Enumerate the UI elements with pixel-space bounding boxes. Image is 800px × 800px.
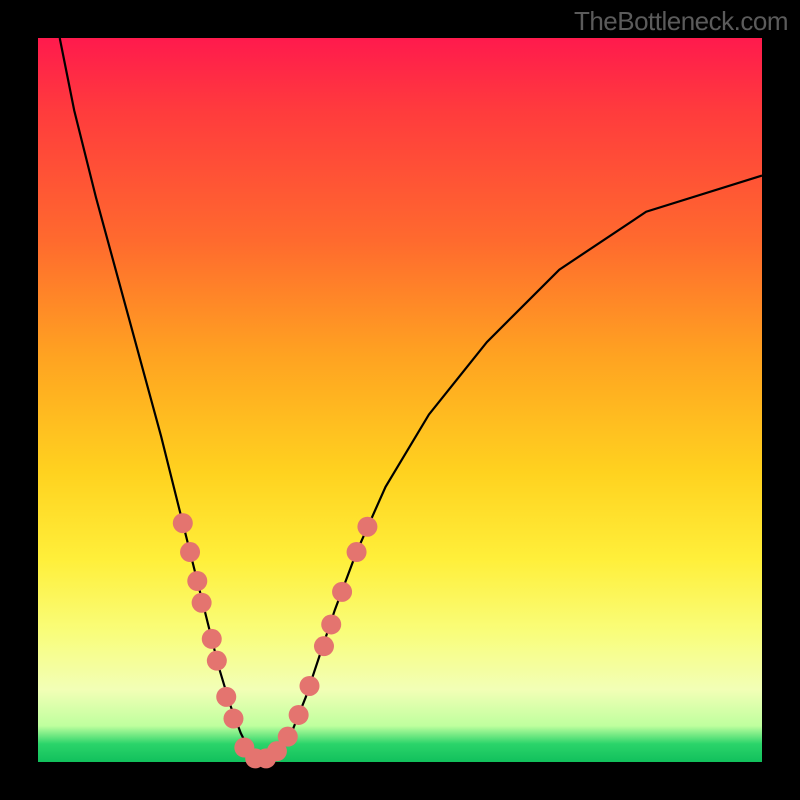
sample-point [187,571,207,591]
chart-overlay [38,38,762,762]
sample-point [202,629,222,649]
sample-point [173,513,193,533]
sample-point [180,542,200,562]
sample-point [332,582,352,602]
watermark-text: TheBottleneck.com [574,6,788,37]
sample-point [321,614,341,634]
sample-point [223,709,243,729]
sample-point [357,517,377,537]
sample-point [300,676,320,696]
chart-frame: TheBottleneck.com [0,0,800,800]
bottleneck-curve [60,38,762,762]
sample-point [314,636,334,656]
sample-point [207,651,227,671]
sample-points [173,513,378,768]
sample-point [289,705,309,725]
sample-point [216,687,236,707]
sample-point [192,593,212,613]
sample-point [347,542,367,562]
sample-point [278,727,298,747]
